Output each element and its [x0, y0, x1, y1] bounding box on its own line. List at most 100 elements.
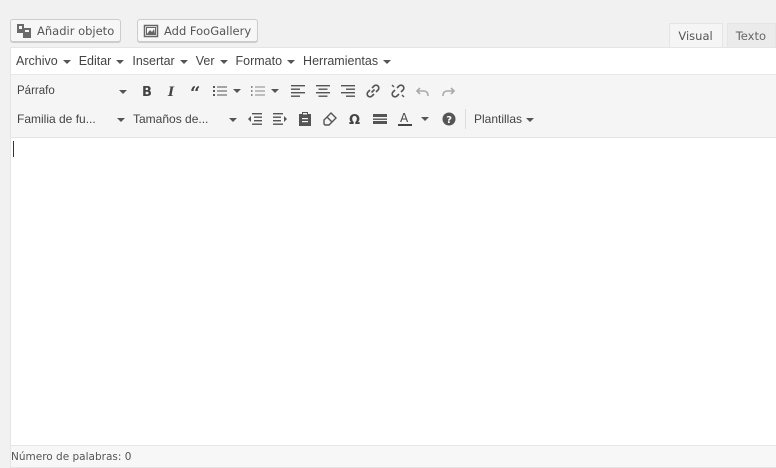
chevron-down-icon	[421, 117, 429, 121]
add-foogallery-label: Add FooGallery	[164, 23, 252, 38]
add-foogallery-button[interactable]: Add FooGallery	[137, 19, 259, 42]
undo-icon	[416, 87, 429, 96]
align-center-button[interactable]	[311, 79, 335, 103]
outdent-icon	[248, 113, 262, 125]
chevron-down-icon	[116, 60, 125, 64]
svg-text:A: A	[400, 111, 409, 125]
chevron-down-icon	[526, 118, 535, 122]
text-color-icon: A	[398, 111, 412, 126]
align-right-button[interactable]	[336, 79, 360, 103]
omega-icon: Ω	[349, 113, 360, 126]
remove-link-button[interactable]	[386, 79, 410, 103]
svg-text:I: I	[167, 85, 175, 98]
align-left-button[interactable]	[286, 79, 310, 103]
indent-button[interactable]	[268, 107, 292, 131]
help-button[interactable]: ?	[437, 107, 461, 131]
gallery-icon	[143, 23, 159, 39]
eraser-icon	[323, 112, 337, 126]
numbered-list-dropdown[interactable]	[269, 79, 281, 103]
unlink-icon	[391, 84, 405, 98]
svg-text:?: ?	[446, 115, 452, 126]
insert-link-button[interactable]	[361, 79, 385, 103]
menu-editar[interactable]: Editar	[79, 54, 125, 68]
horizontal-rule-icon	[373, 114, 387, 124]
templates-label: Plantillas	[474, 112, 523, 126]
svg-text:B: B	[142, 85, 152, 98]
chevron-down-icon	[233, 89, 241, 93]
font-family-select-value: Familia de fu...	[17, 112, 96, 126]
templates-menu[interactable]: Plantillas	[472, 108, 536, 130]
tab-text[interactable]: Texto	[726, 23, 776, 48]
align-left-icon	[291, 85, 305, 97]
format-select-value: Párrafo	[17, 85, 55, 97]
indent-icon	[273, 113, 287, 125]
font-family-select[interactable]: Familia de fu...	[15, 108, 127, 130]
clipboard-icon	[299, 112, 311, 126]
align-right-icon	[341, 85, 355, 97]
redo-button[interactable]	[436, 79, 460, 103]
special-character-button[interactable]: Ω	[343, 107, 367, 131]
add-object-button[interactable]: Añadir objeto	[10, 19, 122, 42]
chevron-down-icon	[229, 118, 237, 122]
quote-icon: “	[190, 84, 200, 98]
clear-formatting-button[interactable]	[318, 107, 342, 131]
chevron-down-icon	[287, 60, 296, 64]
svg-text:“: “	[190, 84, 200, 98]
chevron-down-icon	[119, 90, 127, 94]
bullet-list-icon	[213, 86, 227, 96]
undo-button[interactable]	[411, 79, 435, 103]
bold-button[interactable]: B	[135, 79, 159, 103]
editor-top-bar: Añadir objeto Add FooGallery Visual Text…	[0, 0, 776, 48]
bullet-list-dropdown[interactable]	[231, 79, 243, 103]
text-color-dropdown[interactable]	[418, 107, 432, 131]
link-icon	[366, 84, 380, 98]
menu-label: Formato	[235, 54, 283, 68]
font-size-select[interactable]: Tamaños de...	[131, 108, 239, 130]
menu-label: Herramientas	[303, 54, 379, 68]
numbered-list-button[interactable]	[248, 79, 268, 103]
add-object-label: Añadir objeto	[37, 23, 115, 38]
editor-menubar: Archivo Editar Insertar Ver Formato Herr…	[11, 48, 776, 75]
redo-icon	[442, 87, 455, 96]
editor-mode-tabs: Visual Texto	[665, 23, 776, 48]
format-select[interactable]: Párrafo	[15, 80, 129, 102]
italic-icon: I	[167, 85, 175, 98]
bullet-list-button[interactable]	[210, 79, 230, 103]
toolbar-row-1: Párrafo B I “	[15, 78, 461, 104]
chevron-down-icon	[179, 60, 188, 64]
outdent-button[interactable]	[243, 107, 267, 131]
tinymce-editor: Archivo Editar Insertar Ver Formato Herr…	[10, 47, 776, 468]
horizontal-rule-button[interactable]	[368, 107, 392, 131]
menu-archivo[interactable]: Archivo	[16, 54, 71, 68]
paste-text-button[interactable]	[293, 107, 317, 131]
toolbar-row-2: Familia de fu... Tamaños de... Ω A ? Pla…	[15, 106, 536, 132]
menu-label: Archivo	[16, 54, 58, 68]
editor-toolbar: Párrafo B I “ Familia de fu... Tamaños d…	[11, 75, 776, 138]
menu-insertar[interactable]: Insertar	[132, 54, 188, 68]
chevron-down-icon	[117, 118, 125, 122]
tab-visual[interactable]: Visual	[669, 23, 723, 48]
menu-label: Editar	[78, 54, 112, 68]
chevron-down-icon	[271, 89, 279, 93]
editor-content-area[interactable]	[11, 138, 776, 447]
help-icon: ?	[442, 112, 456, 126]
text-cursor	[13, 141, 14, 157]
menu-label: Ver	[195, 54, 215, 68]
chevron-down-icon	[219, 60, 228, 64]
word-count: Número de palabras: 0	[11, 450, 132, 463]
menu-formato[interactable]: Formato	[236, 54, 296, 68]
blockquote-button[interactable]: “	[185, 79, 209, 103]
bold-icon: B	[142, 85, 152, 98]
toolbar-divider	[465, 109, 466, 129]
menu-herramientas[interactable]: Herramientas	[303, 54, 392, 68]
numbered-list-icon	[251, 86, 265, 96]
chevron-down-icon	[62, 60, 71, 64]
menu-label: Insertar	[132, 54, 175, 68]
svg-text:Ω: Ω	[349, 113, 360, 126]
font-size-select-value: Tamaños de...	[133, 112, 209, 126]
text-color-button[interactable]: A	[393, 107, 417, 131]
menu-ver[interactable]: Ver	[196, 54, 228, 68]
editor-statusbar: Número de palabras: 0	[11, 445, 776, 467]
add-media-icon	[16, 23, 32, 39]
italic-button[interactable]: I	[160, 79, 184, 103]
